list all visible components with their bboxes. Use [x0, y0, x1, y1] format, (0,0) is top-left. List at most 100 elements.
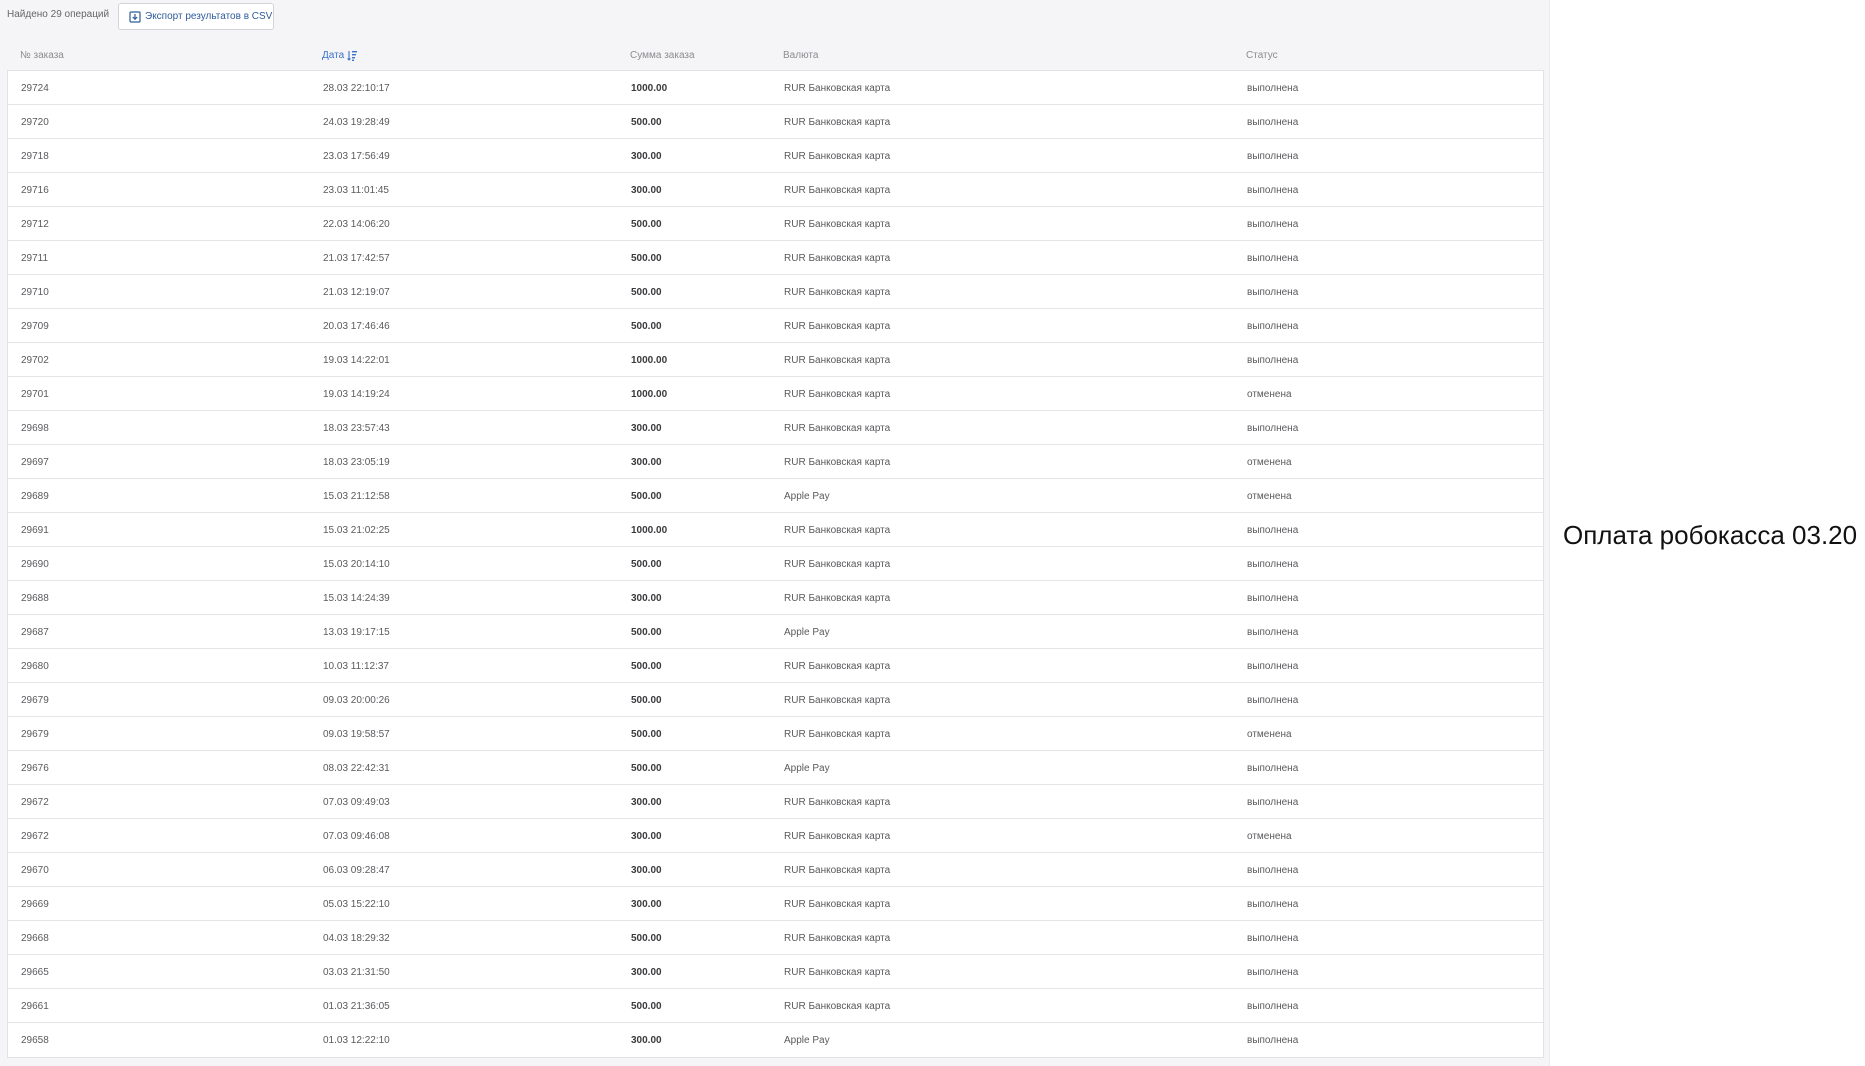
date-cell: 06.03 09:28:47: [323, 865, 390, 876]
table-row[interactable]: 29668 04.03 18:29:32 500.00 RUR Банковская …: [8, 921, 1543, 955]
column-header-order-no[interactable]: № заказа: [20, 50, 64, 61]
status-cell: выполнена: [1247, 559, 1299, 570]
table-row[interactable]: 29710 21.03 12:19:07 500.00 RUR Банковская …: [8, 275, 1543, 309]
currency-cell: RUR Банковская карта: [784, 1001, 891, 1012]
column-header-date-label: Дата: [322, 50, 345, 61]
sum-cell: 1000.00: [631, 525, 668, 536]
status-cell: выполнена: [1247, 933, 1299, 944]
status-cell: отменена: [1247, 457, 1292, 468]
table-row[interactable]: 29698 18.03 23:57:43 300.00 RUR Банковская …: [8, 411, 1543, 445]
currency-cell: RUR Банковская карта: [784, 423, 891, 434]
status-cell: отменена: [1247, 831, 1292, 842]
currency-cell: RUR Банковская карта: [784, 865, 891, 876]
currency-cell: RUR Банковская карта: [784, 253, 891, 264]
table-row[interactable]: 29718 23.03 17:56:49 300.00 RUR Банковская …: [8, 139, 1543, 173]
table-row[interactable]: 29661 01.03 21:36:05 500.00 RUR Банковская …: [8, 989, 1543, 1023]
order-number-cell: 29689: [21, 491, 49, 502]
sum-cell: 300.00: [631, 899, 662, 910]
sum-cell: 500.00: [631, 1001, 662, 1012]
table-row[interactable]: 29701 19.03 14:19:24 1000.00 RUR Банковская…: [8, 377, 1543, 411]
order-number-cell: 29679: [21, 695, 49, 706]
table-row[interactable]: 29691 15.03 21:02:25 1000.00 RUR Банковская…: [8, 513, 1543, 547]
date-cell: 18.03 23:05:19: [323, 457, 390, 468]
sum-cell: 300.00: [631, 457, 662, 468]
sum-cell: 300.00: [631, 1035, 662, 1046]
status-cell: выполнена: [1247, 627, 1299, 638]
status-cell: отменена: [1247, 491, 1292, 502]
order-number-cell: 29679: [21, 729, 49, 740]
table-row[interactable]: 29687 13.03 19:17:15 500.00 Apple Pay выполн…: [8, 615, 1543, 649]
column-header-date[interactable]: Дата: [322, 50, 358, 61]
date-cell: 05.03 15:22:10: [323, 899, 390, 910]
sum-cell: 500.00: [631, 321, 662, 332]
table-row[interactable]: 29711 21.03 17:42:57 500.00 RUR Банковская …: [8, 241, 1543, 275]
currency-cell: RUR Банковская карта: [784, 83, 891, 94]
sum-cell: 500.00: [631, 559, 662, 570]
currency-cell: RUR Банковская карта: [784, 525, 891, 536]
sum-cell: 1000.00: [631, 389, 668, 400]
table-row[interactable]: 29724 28.03 22:10:17 1000.00 RUR Банковская…: [8, 71, 1543, 105]
currency-cell: Apple Pay: [784, 627, 830, 638]
date-cell: 08.03 22:42:31: [323, 763, 390, 774]
date-cell: 24.03 19:28:49: [323, 117, 390, 128]
table-row[interactable]: 29658 01.03 12:22:10 300.00 Apple Pay выполн…: [8, 1023, 1543, 1057]
table-row[interactable]: 29665 03.03 21:31:50 300.00 RUR Банковская …: [8, 955, 1543, 989]
table-row[interactable]: 29716 23.03 11:01:45 300.00 RUR Банковская …: [8, 173, 1543, 207]
column-header-currency[interactable]: Валюта: [783, 50, 818, 61]
sum-cell: 300.00: [631, 967, 662, 978]
table-row[interactable]: 29688 15.03 14:24:39 300.00 RUR Банковская …: [8, 581, 1543, 615]
status-cell: выполнена: [1247, 797, 1299, 808]
table-row[interactable]: 29689 15.03 21:12:58 500.00 Apple Pay отмене…: [8, 479, 1543, 513]
table-row[interactable]: 29672 07.03 09:46:08 300.00 RUR Банковская …: [8, 819, 1543, 853]
date-cell: 19.03 14:22:01: [323, 355, 390, 366]
currency-cell: RUR Банковская карта: [784, 695, 891, 706]
currency-cell: RUR Банковская карта: [784, 151, 891, 162]
order-number-cell: 29710: [21, 287, 49, 298]
column-header-sum[interactable]: Сумма заказа: [630, 50, 695, 61]
table-row[interactable]: 29690 15.03 20:14:10 500.00 RUR Банковская …: [8, 547, 1543, 581]
sum-cell: 500.00: [631, 695, 662, 706]
status-cell: выполнена: [1247, 763, 1299, 774]
currency-cell: RUR Банковская карта: [784, 831, 891, 842]
currency-cell: RUR Банковская карта: [784, 457, 891, 468]
sum-cell: 1000.00: [631, 83, 668, 94]
currency-cell: RUR Банковская карта: [784, 933, 891, 944]
table-row[interactable]: 29697 18.03 23:05:19 300.00 RUR Банковская …: [8, 445, 1543, 479]
order-number-cell: 29712: [21, 219, 49, 230]
currency-cell: RUR Банковская карта: [784, 389, 891, 400]
table-row[interactable]: 29670 06.03 09:28:47 300.00 RUR Банковская …: [8, 853, 1543, 887]
column-header-status[interactable]: Статус: [1246, 50, 1278, 61]
results-toolbar: Найдено 29 операций Экспорт результатов …: [0, 0, 1549, 34]
sum-cell: 300.00: [631, 151, 662, 162]
operations-panel: Найдено 29 операций Экспорт результатов …: [0, 0, 1550, 1066]
date-cell: 13.03 19:17:15: [323, 627, 390, 638]
currency-cell: Apple Pay: [784, 1035, 830, 1046]
status-cell: отменена: [1247, 729, 1292, 740]
table-row[interactable]: 29709 20.03 17:46:46 500.00 RUR Банковская …: [8, 309, 1543, 343]
order-number-cell: 29661: [21, 1001, 49, 1012]
table-row[interactable]: 29702 19.03 14:22:01 1000.00 RUR Банковская…: [8, 343, 1543, 377]
table-row[interactable]: 29669 05.03 15:22:10 300.00 RUR Банковская …: [8, 887, 1543, 921]
currency-cell: RUR Банковская карта: [784, 219, 891, 230]
table-row[interactable]: 29672 07.03 09:49:03 300.00 RUR Банковская …: [8, 785, 1543, 819]
status-cell: выполнена: [1247, 151, 1299, 162]
date-cell: 10.03 11:12:37: [323, 661, 389, 672]
operations-table-body: 29724 28.03 22:10:17 1000.00 RUR Банковская…: [7, 70, 1544, 1058]
table-row[interactable]: 29680 10.03 11:12:37 500.00 RUR Банковская …: [8, 649, 1543, 683]
export-csv-button[interactable]: Экспорт результатов в CSV: [118, 3, 274, 30]
currency-cell: RUR Банковская карта: [784, 967, 891, 978]
date-cell: 23.03 17:56:49: [323, 151, 390, 162]
table-row[interactable]: 29676 08.03 22:42:31 500.00 Apple Pay выполн…: [8, 751, 1543, 785]
sum-cell: 500.00: [631, 117, 662, 128]
currency-cell: RUR Банковская карта: [784, 559, 891, 570]
status-cell: выполнена: [1247, 185, 1299, 196]
table-row[interactable]: 29679 09.03 19:58:57 500.00 RUR Банковская …: [8, 717, 1543, 751]
table-row[interactable]: 29679 09.03 20:00:26 500.00 RUR Банковская …: [8, 683, 1543, 717]
table-row[interactable]: 29720 24.03 19:28:49 500.00 RUR Банковская …: [8, 105, 1543, 139]
date-cell: 15.03 14:24:39: [323, 593, 390, 604]
order-number-cell: 29701: [21, 389, 49, 400]
sum-cell: 1000.00: [631, 355, 668, 366]
currency-cell: RUR Банковская карта: [784, 797, 891, 808]
table-row[interactable]: 29712 22.03 14:06:20 500.00 RUR Банковская …: [8, 207, 1543, 241]
order-number-cell: 29718: [21, 151, 49, 162]
